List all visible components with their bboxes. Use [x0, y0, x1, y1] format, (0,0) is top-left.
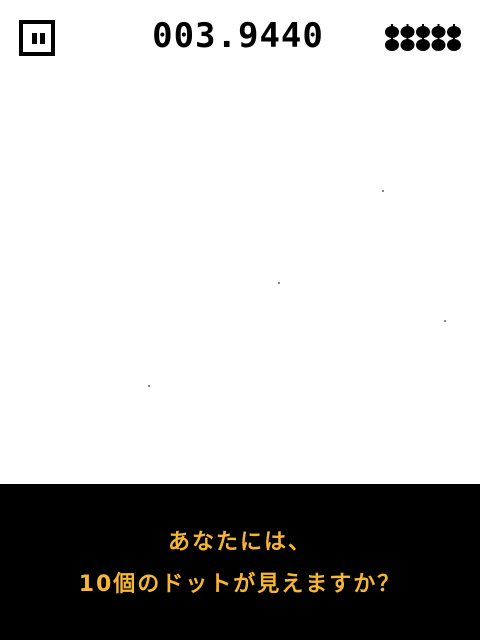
hidden-dot[interactable]: [278, 282, 280, 284]
pause-button[interactable]: [19, 20, 55, 56]
pause-icon-left-bar: [32, 33, 37, 44]
play-area[interactable]: [0, 70, 480, 484]
hidden-dot[interactable]: [444, 320, 446, 322]
pause-icon-right-bar: [40, 33, 45, 44]
blob-life-icon: [447, 24, 461, 38]
message-panel: あなたには、 10個のドットが見えますか？: [0, 484, 480, 640]
blob-life-icon: [400, 37, 415, 51]
blob-life-icon: [416, 24, 430, 38]
blob-life-icon: [416, 37, 430, 51]
blob-life-icon: [385, 24, 399, 38]
blob-life-icon: [385, 37, 399, 51]
blob-life-icon: [431, 24, 446, 38]
message-line-1: あなたには、: [167, 530, 312, 555]
blob-life-icon: [447, 37, 461, 51]
game-screen: 003.9440 あなたには、 10個のドットが見えますか？: [0, 0, 480, 640]
lives-indicator: [385, 24, 461, 51]
hidden-dot[interactable]: [148, 385, 150, 387]
timer-display: 003.9440: [152, 16, 324, 56]
blob-life-icon: [431, 37, 446, 51]
message-line-2: 10個のドットが見えますか？: [78, 572, 402, 597]
blob-life-icon: [400, 24, 415, 38]
hidden-dot[interactable]: [382, 190, 384, 192]
